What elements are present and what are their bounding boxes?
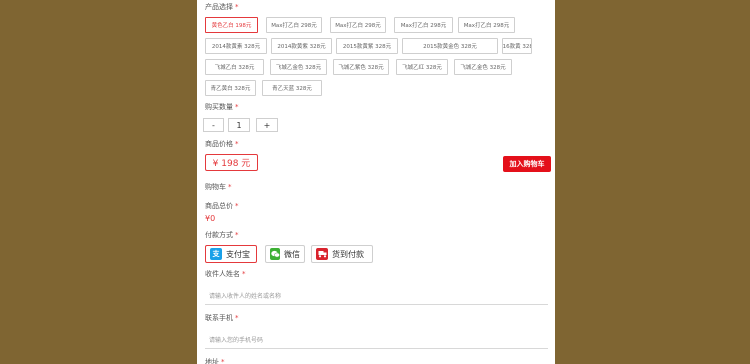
product-option[interactable]: 飞城乙紫色 328元 [333,59,389,75]
product-option[interactable]: Max打乙白 298元 [266,17,322,33]
price-label: 商品价格 * [205,140,239,148]
price-value: ¥ 198 元 [205,154,258,171]
quantity-minus-button[interactable]: - [203,118,224,132]
payment-option-wechat[interactable]: 微信 [265,245,305,263]
recipient-label: 收件人姓名 * [205,270,246,278]
wechat-icon [270,248,280,260]
product-option[interactable]: 2015款黄紫 328元 [336,38,398,54]
product-label: 产品选择 * [205,3,239,11]
add-to-cart-button[interactable]: 加入购物车 [503,156,551,172]
payment-option-label: 支付宝 [226,249,250,259]
product-option[interactable]: 青乙天蓝 328元 [262,80,322,96]
payment-option-cod[interactable]: 货到付款 [311,245,373,263]
truck-icon [316,248,328,260]
recipient-name-field[interactable]: 请输入收件人的姓名或名称 [205,286,548,305]
phone-label: 联系手机 * [205,314,239,322]
product-option[interactable]: 2016款黄 328元 [502,38,532,54]
product-option[interactable]: 青乙黄白 328元 [205,80,256,96]
product-option[interactable]: Max打乙白 298元 [330,17,386,33]
product-option[interactable]: 黄色乙白 198元 [205,17,258,33]
product-option[interactable]: 飞城乙金色 328元 [270,59,327,75]
payment-option-label: 微信 [284,249,300,259]
alipay-icon: 支 [210,248,222,260]
quantity-plus-button[interactable]: + [256,118,278,132]
order-form-panel: 产品选择 * 黄色乙白 198元 Max打乙白 298元 Max打乙白 298元 … [197,0,555,364]
phone-field[interactable]: 请输入您的手机号码 [205,330,548,349]
product-option[interactable]: 飞城乙金色 328元 [454,59,512,75]
product-option[interactable]: 飞城乙红 328元 [396,59,448,75]
cart-label: 购物车 * [205,183,232,191]
product-option[interactable]: 飞城乙白 328元 [205,59,264,75]
product-option[interactable]: 2015款黄金色 328元 [402,38,498,54]
product-option[interactable]: Max打乙白 298元 [394,17,453,33]
product-option[interactable]: Max打乙白 298元 [458,17,515,33]
total-value: ¥0 [205,214,216,223]
product-option[interactable]: 2014款黄紫 328元 [271,38,332,54]
quantity-label: 购买数量 * [205,103,239,111]
total-label: 商品总价 * [205,202,239,210]
quantity-input[interactable]: 1 [228,118,250,132]
product-option[interactable]: 2014款黄素 328元 [205,38,267,54]
payment-option-label: 货到付款 [332,249,364,259]
payment-label: 付款方式 * [205,231,239,239]
payment-option-alipay[interactable]: 支 支付宝 [205,245,257,263]
address-label: 地址 * [205,358,225,364]
